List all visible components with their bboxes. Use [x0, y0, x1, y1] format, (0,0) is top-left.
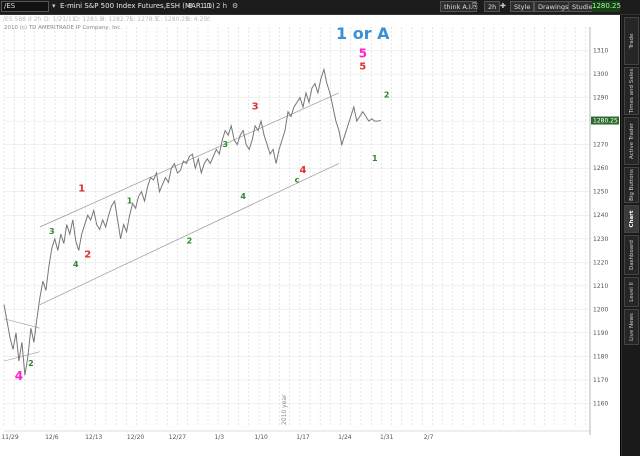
tab-label: Chart: [628, 210, 635, 228]
wave-label: 3: [252, 101, 259, 112]
time-tick-label: 1/3: [214, 434, 224, 441]
copyright-text: 2010 (c) TD AMERITRADE IP Company, Inc.: [4, 25, 122, 31]
time-tick-label: 1/10: [254, 434, 268, 441]
wave-label: 2: [187, 236, 193, 245]
wave-label: 4: [240, 192, 246, 201]
price-tick-label: 1290: [593, 95, 608, 102]
style-button[interactable]: Style: [510, 1, 535, 12]
wave-label: 4: [73, 260, 79, 269]
top-toolbar: /ES ▾ E-mini S&P 500 Index Futures,ESH (…: [0, 0, 640, 15]
wave-label: 1: [372, 154, 378, 163]
price-tick-label: 1250: [593, 189, 608, 196]
tab-times-sales[interactable]: Times and Sales: [624, 67, 639, 115]
last-price-badge: 1280.25: [592, 1, 621, 12]
price-tick-label: 1160: [593, 400, 608, 407]
price-tick-label: 1240: [593, 212, 608, 219]
tab-live-news[interactable]: Live News: [624, 309, 639, 345]
tab-trade[interactable]: Trade: [624, 17, 639, 65]
wave-label: 2: [384, 91, 390, 100]
wave-label: 2: [84, 250, 91, 261]
info-range: R: 4.25: [186, 16, 208, 23]
info-low: L: 1278.5: [130, 16, 159, 23]
tab-level-ii[interactable]: Level II: [624, 277, 639, 307]
bar-setting-1[interactable]: B: [188, 1, 193, 12]
tab-big-buttons[interactable]: Big Buttons: [624, 167, 639, 203]
tab-dashboard[interactable]: Dashboard: [624, 235, 639, 275]
dropdown-arrow-icon[interactable]: ▾: [52, 1, 56, 12]
tab-label: Level II: [628, 282, 635, 302]
crosshair-icon[interactable]: ✚: [500, 1, 506, 12]
time-tick-label: 1/17: [296, 434, 310, 441]
price-tick-label: 1270: [593, 142, 608, 149]
info-close: C: 1280.25: [156, 16, 189, 23]
wave-label: 3: [49, 227, 55, 236]
wave-label: 3: [222, 140, 228, 149]
tab-label: Dashboard: [628, 240, 635, 270]
bar-setting-3[interactable]: 2 h: [216, 1, 227, 12]
symbol-input[interactable]: /ES: [1, 1, 49, 12]
ohlc-info-bar: /ES 588 d 2h D: 1/21/11 O: 1281.5 H: 128…: [0, 15, 620, 24]
tab-label: Active Trader: [628, 122, 635, 160]
wave-label: 1: [127, 196, 133, 205]
price-tick-label: 1260: [593, 165, 608, 172]
wave-label: 5: [359, 47, 367, 61]
wave-label: 2: [28, 359, 34, 368]
price-tick-label: 1230: [593, 236, 608, 243]
info-high: H: 1282.75: [100, 16, 134, 23]
tab-active-trader[interactable]: Active Trader: [624, 117, 639, 165]
time-tick-label: 12/27: [169, 434, 186, 441]
tab-label: Live News: [628, 313, 635, 341]
time-tick-label: 1/24: [338, 434, 352, 441]
price-chart[interactable]: 1 or A5531244123412342c 1310130012901280…: [0, 15, 620, 456]
tab-label: Trade: [628, 33, 635, 49]
time-tick-label: 2/7: [424, 434, 434, 441]
wave-label: 1: [78, 184, 85, 195]
side-panel: Trade Times and Sales Active Trader Big …: [621, 15, 640, 456]
share-icon[interactable]: ⎘: [472, 1, 478, 12]
time-tick-label: 12/13: [85, 434, 102, 441]
time-tick-label: 11/29: [1, 434, 18, 441]
last-price-label: 1280.25: [593, 118, 618, 125]
time-tick-label: 12/20: [127, 434, 144, 441]
tab-label: Times and Sales: [628, 68, 635, 114]
drawings-button[interactable]: Drawings: [534, 1, 573, 12]
price-tick-label: 1220: [593, 259, 608, 266]
timeframe-button[interactable]: 2h: [484, 1, 501, 12]
time-tick-label: 12/6: [45, 434, 59, 441]
price-tick-label: 1210: [593, 283, 608, 290]
price-tick-label: 1310: [593, 48, 608, 55]
tab-label: Big Buttons: [628, 169, 635, 201]
wave-label: 4: [299, 165, 306, 176]
wave-label: c: [295, 175, 300, 184]
wave-label: 5: [359, 61, 366, 72]
tab-chart[interactable]: Chart: [624, 205, 639, 233]
year-label: 2010 year: [281, 394, 288, 425]
price-tick-label: 1170: [593, 377, 608, 384]
price-tick-label: 1190: [593, 330, 608, 337]
info-date: D: 1/21/11: [44, 16, 76, 23]
price-tick-label: 1200: [593, 306, 608, 313]
bar-setting-2[interactable]: 1 D: [200, 1, 212, 12]
price-tick-label: 1300: [593, 71, 608, 78]
gear-icon[interactable]: ⚙: [232, 1, 238, 12]
time-tick-label: 1/31: [380, 434, 394, 441]
wave-label: 1 or A: [336, 24, 390, 43]
wave-label: 4: [15, 369, 23, 383]
info-extra: Y:: [206, 16, 211, 23]
price-tick-label: 1180: [593, 353, 608, 360]
info-symbol: /ES 588 d 2h: [3, 16, 42, 23]
